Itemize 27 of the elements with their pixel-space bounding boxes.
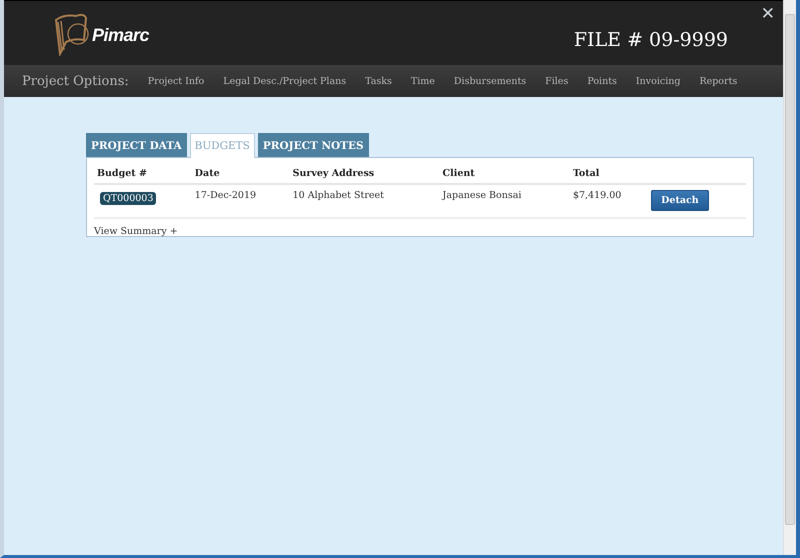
nav-link[interactable]: Invoicing <box>636 76 680 86</box>
table-cell: 10 Alphabet Street <box>290 184 440 218</box>
nav-link[interactable]: Reports <box>699 76 738 86</box>
close-button[interactable]: ✕ <box>760 4 775 24</box>
column-header: Date <box>192 164 290 184</box>
detach-button[interactable]: Detach <box>651 190 709 211</box>
nav-link[interactable]: Tasks <box>365 76 392 86</box>
tab[interactable]: PROJECT DATA <box>86 133 187 157</box>
table-cell: 17-Dec-2019 <box>192 184 290 218</box>
column-header: Budget # <box>94 164 192 184</box>
column-header: Total <box>570 164 648 184</box>
nav-link[interactable]: Legal Desc./Project Plans <box>223 76 346 86</box>
view-summary-link[interactable]: View Summary + <box>94 226 178 237</box>
nav-label: Project Options: <box>22 74 129 88</box>
column-header: Client <box>440 164 570 184</box>
table-cell: $7,419.00 <box>570 184 648 218</box>
nav-link[interactable]: Files <box>545 76 568 86</box>
column-header: Survey Address <box>290 164 440 184</box>
logo-text: Pimarc <box>92 24 150 46</box>
nav-link[interactable]: Project Info <box>148 76 204 86</box>
nav-link[interactable]: Time <box>410 76 435 86</box>
tab[interactable]: PROJECT NOTES <box>258 133 369 157</box>
budget-number-link[interactable]: QT000003 <box>100 192 156 205</box>
nav-link[interactable]: Points <box>587 76 617 86</box>
file-number: FILE # 09-9999 <box>574 29 728 51</box>
table-cell: Japanese Bonsai <box>440 184 570 218</box>
nav-link[interactable]: Disbursements <box>454 76 526 86</box>
